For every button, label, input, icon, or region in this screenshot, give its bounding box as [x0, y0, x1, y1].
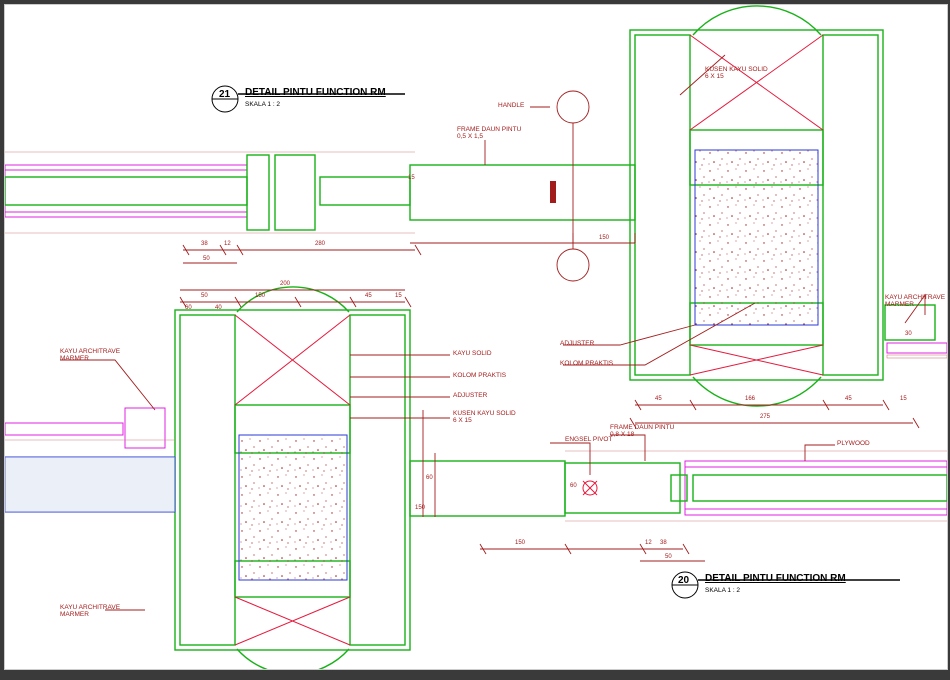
- d-275: 275: [760, 414, 770, 420]
- lbl-engsel: ENGSEL PIVOT: [565, 437, 612, 444]
- lbl-kayusolid: KAYU SOLID: [453, 351, 492, 358]
- lbl-plywood: PLYWOOD: [837, 441, 870, 448]
- d-60c: 60: [570, 483, 577, 489]
- d-150d: 150: [515, 540, 525, 546]
- d-15c: 15: [395, 293, 402, 299]
- lbl-handle: HANDLE: [498, 103, 524, 110]
- d-50c: 50: [665, 554, 672, 560]
- lbl-adjuster-r: ADJUSTER: [560, 341, 594, 348]
- tag20-num: 20: [678, 575, 689, 586]
- left-wall-band: [5, 152, 421, 263]
- lbl-archB: KAYU ARCHITRAVE MARMER: [60, 605, 120, 618]
- d-166: 166: [745, 396, 755, 402]
- d-30: 30: [905, 331, 912, 337]
- d-200: 200: [280, 281, 290, 287]
- lbl-frame2: FRAME DAUN PINTU 0,8 X 18: [610, 425, 674, 438]
- lbl-frame: FRAME DAUN PINTU 0,5 X 1,5: [457, 127, 521, 140]
- d-150a: 150: [599, 235, 609, 241]
- tag20-title: DETAIL PINTU FUNCTION RM: [705, 573, 846, 584]
- lbl-adjuster-l: ADJUSTER: [453, 393, 487, 400]
- d-50b: 50: [201, 293, 208, 299]
- d-45c: 45: [365, 293, 372, 299]
- d-45a: 45: [655, 396, 662, 402]
- cad-drawing-canvas[interactable]: 21 DETAIL PINTU FUNCTION RM SKALA 1 : 2 …: [4, 4, 948, 670]
- d-38b: 38: [660, 540, 667, 546]
- d-15b: 15: [900, 396, 907, 402]
- tag21-title: DETAIL PINTU FUNCTION RM: [245, 87, 386, 98]
- tag21-scale: SKALA 1 : 2: [245, 101, 280, 108]
- d-150c: 150: [415, 505, 425, 511]
- lbl-kolom-l: KOLOM PRAKTIS: [453, 373, 506, 380]
- d-50a: 50: [203, 256, 210, 262]
- d-15a: 15: [408, 175, 415, 181]
- d-60b: 60: [426, 475, 433, 481]
- d-12a: 12: [224, 241, 231, 247]
- tag20-scale: SKALA 1 : 2: [705, 587, 740, 594]
- lbl-archR: KAYU ARCHITRAVE MARMER: [885, 295, 945, 308]
- lbl-kusen-l: KUSEN KAYU SOLID 6 X 15: [453, 411, 516, 424]
- d-38: 38: [201, 241, 208, 247]
- top-right-assembly: [410, 6, 947, 428]
- d-60a: 60: [185, 305, 192, 311]
- d-280: 280: [315, 241, 325, 247]
- lbl-kusen: KUSEN KAYU SOLID 6 X 15: [705, 67, 768, 80]
- lbl-archL: KAYU ARCHITRAVE MARMER: [60, 349, 120, 362]
- cad-vector-layer: [5, 5, 947, 669]
- d-40: 40: [215, 305, 222, 311]
- d-150b: 150: [255, 293, 265, 299]
- d-45b: 45: [845, 396, 852, 402]
- tag21-num: 21: [219, 89, 230, 100]
- lbl-kolom-r: KOLOM PRAKTIS: [560, 361, 613, 368]
- d-12b: 12: [645, 540, 652, 546]
